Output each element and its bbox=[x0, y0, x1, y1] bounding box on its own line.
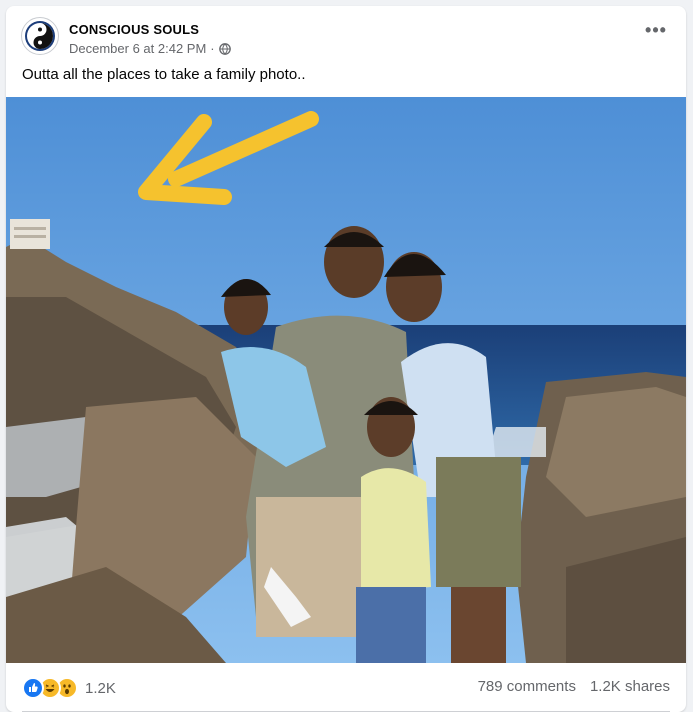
yin-yang-logo-icon bbox=[25, 21, 55, 51]
reactions-summary[interactable]: 1.2K bbox=[22, 677, 116, 699]
page-avatar[interactable] bbox=[21, 17, 59, 55]
comments-count-link[interactable]: 789 comments bbox=[478, 678, 576, 695]
post-meta: December 6 at 2:42 PM · bbox=[69, 41, 231, 56]
reaction-count: 1.2K bbox=[85, 679, 116, 697]
engagement-counts: 789 comments 1.2K shares bbox=[478, 678, 670, 695]
post-header: CONSCIOUS SOULS December 6 at 2:42 PM · … bbox=[6, 6, 686, 68]
engagement-bar: 1.2K 789 comments 1.2K shares bbox=[6, 663, 686, 712]
post-text: Outta all the places to take a family ph… bbox=[22, 66, 306, 83]
like-reaction-icon bbox=[22, 677, 44, 699]
meta-separator: · bbox=[210, 41, 215, 56]
family-photo-image bbox=[6, 97, 686, 663]
post-timestamp[interactable]: December 6 at 2:42 PM bbox=[69, 41, 206, 56]
more-options-icon[interactable]: ••• bbox=[640, 21, 672, 46]
post-card: CONSCIOUS SOULS December 6 at 2:42 PM · … bbox=[6, 6, 686, 712]
page-name-link[interactable]: CONSCIOUS SOULS bbox=[69, 22, 199, 37]
post-photo[interactable] bbox=[6, 97, 686, 663]
globe-icon bbox=[218, 42, 231, 55]
shares-count-link[interactable]: 1.2K shares bbox=[590, 678, 670, 695]
